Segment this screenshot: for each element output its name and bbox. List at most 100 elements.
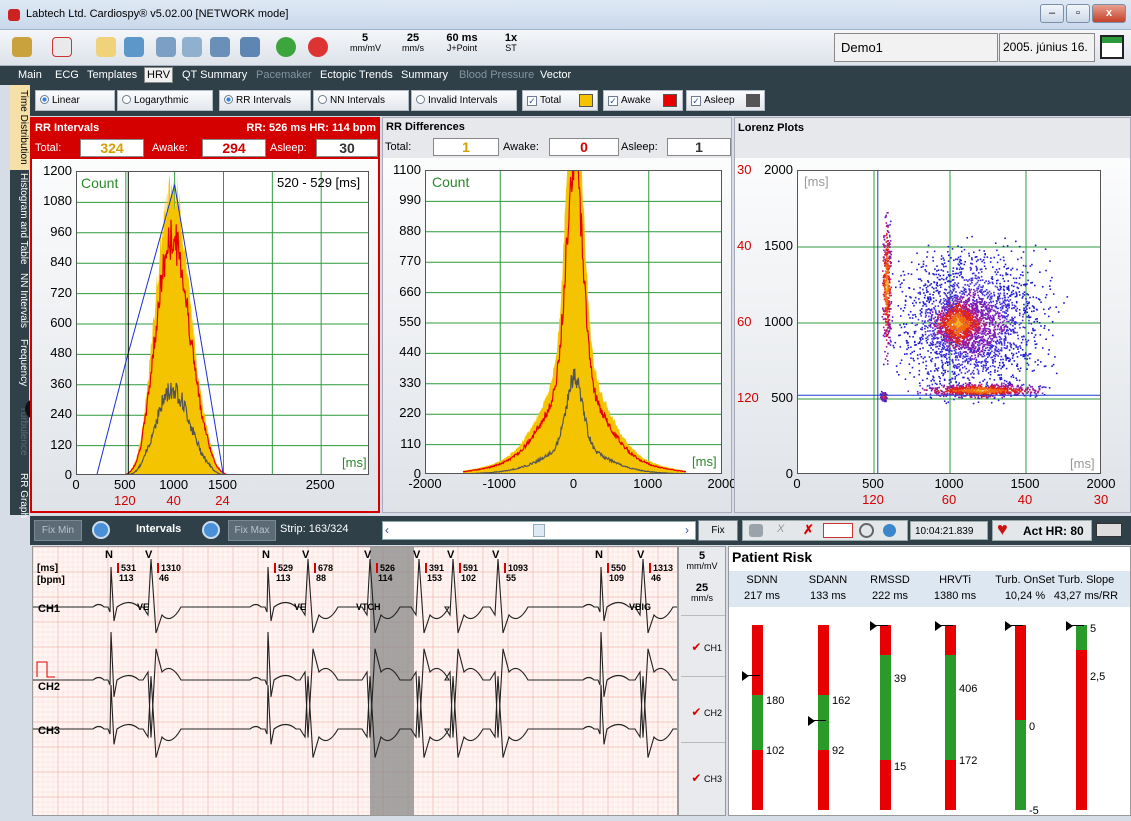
ecg-strip[interactable]: N 531 113 V 1310 46 VE N 529 113 V 678 88 VE V 526 114 VT… bbox=[32, 546, 678, 816]
scatter-point bbox=[966, 322, 969, 324]
rr-histogram-plot[interactable]: Count 520 - 529 [ms] [ms] bbox=[76, 171, 369, 475]
scatter-point bbox=[884, 392, 886, 395]
awake-checkbox[interactable]: ✓ Awake bbox=[603, 90, 683, 111]
scatter-point bbox=[910, 273, 913, 276]
xy-icon[interactable]: X bbox=[777, 523, 784, 535]
folder-icon[interactable] bbox=[12, 37, 32, 57]
scatter-point bbox=[918, 263, 920, 266]
sensitivity-selector[interactable]: 5 mm/mV bbox=[350, 33, 381, 54]
fix-max-button[interactable]: Fix Max bbox=[228, 520, 276, 541]
scatter-point bbox=[977, 355, 979, 357]
maximize-button[interactable]: ▫ bbox=[1066, 4, 1090, 23]
scatter-point bbox=[1027, 332, 1030, 334]
scatter-point bbox=[937, 313, 940, 316]
vtab-histogram-table[interactable]: Histogram and Table bbox=[10, 173, 29, 265]
total-checkbox[interactable]: ✓ Total bbox=[522, 90, 598, 111]
print-setup-icon[interactable] bbox=[182, 37, 202, 57]
scatter-point bbox=[1011, 301, 1013, 304]
scatter-point bbox=[975, 346, 977, 348]
layout-icon[interactable] bbox=[1100, 35, 1124, 59]
scatter-point bbox=[885, 289, 888, 291]
edit-icon[interactable] bbox=[96, 37, 116, 57]
menu-vector[interactable]: Vector bbox=[538, 68, 573, 82]
scroll-right-arrow-icon[interactable]: › bbox=[685, 523, 689, 537]
export-icon[interactable] bbox=[210, 37, 230, 57]
rr-intervals-radio[interactable]: RR Intervals bbox=[219, 90, 311, 111]
vtab-time-distribution[interactable]: Time Distribution bbox=[10, 85, 29, 170]
scatter-point bbox=[928, 356, 931, 358]
y-tick-label: 990 bbox=[399, 192, 421, 208]
menu-ectopic-trends[interactable]: Ectopic Trends bbox=[318, 68, 395, 82]
scatter-point bbox=[1003, 294, 1006, 297]
vtab-frequency[interactable]: Frequency bbox=[10, 337, 29, 389]
cube-icon[interactable] bbox=[749, 524, 763, 537]
ecg-speed-control[interactable]: 25 mm/s bbox=[679, 583, 725, 604]
strip-scrollbar[interactable]: ‹ › bbox=[382, 521, 696, 540]
vtab-nn-intervals[interactable]: NN Intervals bbox=[10, 269, 29, 333]
delete-x-icon[interactable]: ✗ bbox=[803, 522, 814, 538]
fix-button[interactable]: Fix bbox=[698, 520, 738, 541]
ch1-toggle[interactable]: ✔ CH1 bbox=[681, 615, 725, 677]
scatter-point bbox=[1045, 269, 1047, 272]
y-tick-label: 660 bbox=[399, 283, 421, 299]
menu-hrv[interactable]: HRV bbox=[144, 67, 174, 83]
menu-templates[interactable]: Templates bbox=[85, 68, 139, 82]
scatter-point bbox=[957, 282, 960, 284]
scroll-thumb[interactable] bbox=[533, 524, 545, 537]
scatter-point bbox=[991, 392, 994, 395]
fix-max-cycle-icon[interactable] bbox=[202, 521, 220, 539]
scatter-point bbox=[919, 301, 921, 304]
ecg-wave-icon[interactable] bbox=[52, 37, 72, 57]
asleep-checkbox[interactable]: ✓ Asleep bbox=[686, 90, 765, 111]
scatter-point bbox=[889, 303, 891, 306]
menu-summary[interactable]: Summary bbox=[399, 68, 450, 82]
scatter-point bbox=[951, 370, 954, 373]
ch3-toggle[interactable]: ✔ CH3 bbox=[681, 747, 725, 809]
st-selector[interactable]: 1x ST bbox=[500, 33, 522, 54]
fix-min-button[interactable]: Fix Min bbox=[34, 520, 82, 541]
scatter-point bbox=[885, 275, 888, 278]
scatter-point bbox=[887, 240, 889, 242]
minimize-button[interactable]: – bbox=[1040, 4, 1064, 23]
menu-ecg[interactable]: ECG bbox=[53, 68, 81, 82]
linear-radio[interactable]: Linear bbox=[35, 90, 115, 111]
scatter-point bbox=[898, 280, 900, 283]
record-icon[interactable] bbox=[308, 37, 328, 57]
scatter-point bbox=[961, 305, 964, 307]
menu-qt-summary[interactable]: QT Summary bbox=[180, 68, 249, 82]
search-icon[interactable] bbox=[859, 523, 874, 538]
vtab-rr-graph[interactable]: RR Graph bbox=[10, 473, 29, 518]
risk-bar-segment bbox=[818, 750, 829, 810]
print-icon[interactable] bbox=[156, 37, 176, 57]
scroll-left-arrow-icon[interactable]: ‹ bbox=[385, 523, 389, 537]
close-button[interactable]: x bbox=[1092, 4, 1126, 23]
refresh-icon[interactable] bbox=[276, 37, 296, 57]
scatter-point bbox=[932, 341, 934, 344]
scatter-point bbox=[885, 222, 888, 224]
scatter-point bbox=[963, 337, 966, 340]
scatter-point bbox=[946, 347, 949, 350]
log-radio[interactable]: Logarythmic bbox=[117, 90, 213, 111]
rrd-histogram-plot[interactable]: Count [ms] bbox=[425, 170, 722, 474]
scatter-point bbox=[1016, 365, 1019, 367]
fix-min-cycle-icon[interactable] bbox=[92, 521, 110, 539]
lorenz-scatter-plot[interactable]: [ms] [ms] bbox=[797, 170, 1101, 474]
scatter-point bbox=[1029, 386, 1032, 388]
invalid-intervals-radio[interactable]: Invalid Intervals bbox=[411, 90, 517, 111]
speed-selector[interactable]: 25 mm/s bbox=[397, 33, 429, 54]
ch2-toggle[interactable]: ✔ CH2 bbox=[681, 681, 725, 743]
jpoint-selector[interactable]: 60 ms J+Point bbox=[442, 33, 482, 54]
scatter-point bbox=[942, 373, 945, 375]
ecg-sens-control[interactable]: 5 mm/mV bbox=[679, 551, 725, 572]
scatter-point bbox=[952, 300, 955, 303]
report-icon[interactable] bbox=[240, 37, 260, 57]
scatter-point bbox=[916, 390, 919, 393]
scatter-point bbox=[1031, 310, 1033, 313]
nn-intervals-radio[interactable]: NN Intervals bbox=[313, 90, 409, 111]
ecg-zoom-icon[interactable] bbox=[823, 523, 853, 538]
scatter-point bbox=[916, 268, 918, 271]
scatter-point bbox=[932, 327, 934, 329]
menu-main[interactable]: Main bbox=[16, 68, 44, 82]
keyboard-icon[interactable] bbox=[1096, 523, 1122, 537]
save-icon[interactable] bbox=[124, 37, 144, 57]
